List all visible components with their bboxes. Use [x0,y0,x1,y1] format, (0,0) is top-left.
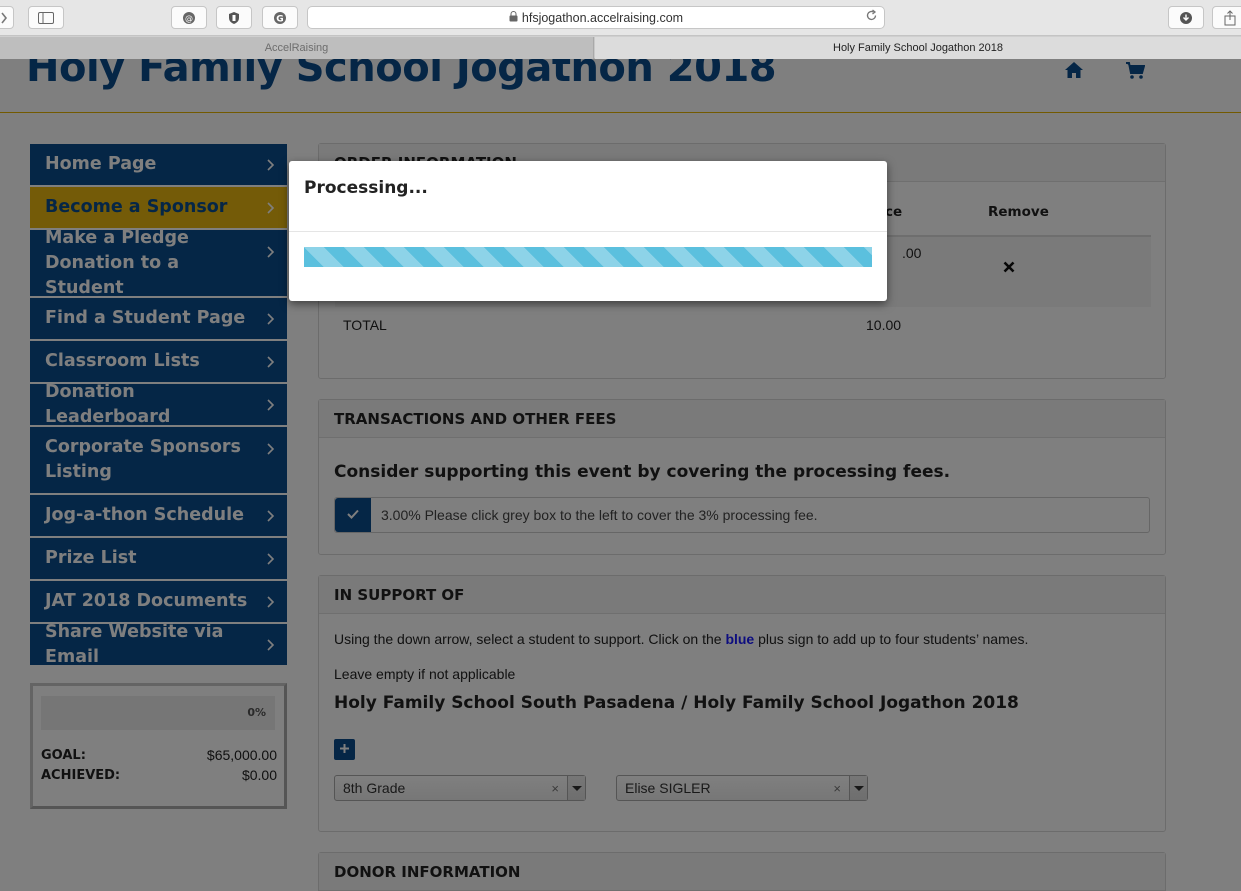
processing-modal: Processing... [289,161,887,301]
forward-button[interactable] [0,6,14,29]
reload-icon[interactable] [865,9,878,25]
downloads-button[interactable] [1168,6,1204,29]
extension-g-button[interactable]: G [262,6,298,29]
modal-divider [289,231,887,232]
extension-button[interactable]: @ [171,6,207,29]
svg-text:@: @ [185,14,193,23]
browser-toolbar: @ G hfsjogathon.accelraising.com [0,0,1241,36]
progress-stripes [304,247,872,267]
tab-bar: AccelRaising Holy Family School Jogathon… [0,37,1241,59]
url-text: hfsjogathon.accelraising.com [521,10,684,25]
svg-text:G: G [276,14,283,24]
processing-progress-bar [304,247,872,267]
lock-icon [509,10,518,25]
tab-jogathon[interactable]: Holy Family School Jogathon 2018 [595,37,1241,59]
sidebar-toggle-button[interactable] [28,6,64,29]
modal-title: Processing... [304,178,428,198]
tab-accelraising[interactable]: AccelRaising [0,37,594,59]
address-bar[interactable]: hfsjogathon.accelraising.com [307,6,885,29]
extension-shield-button[interactable] [216,6,252,29]
share-button[interactable] [1212,6,1241,29]
